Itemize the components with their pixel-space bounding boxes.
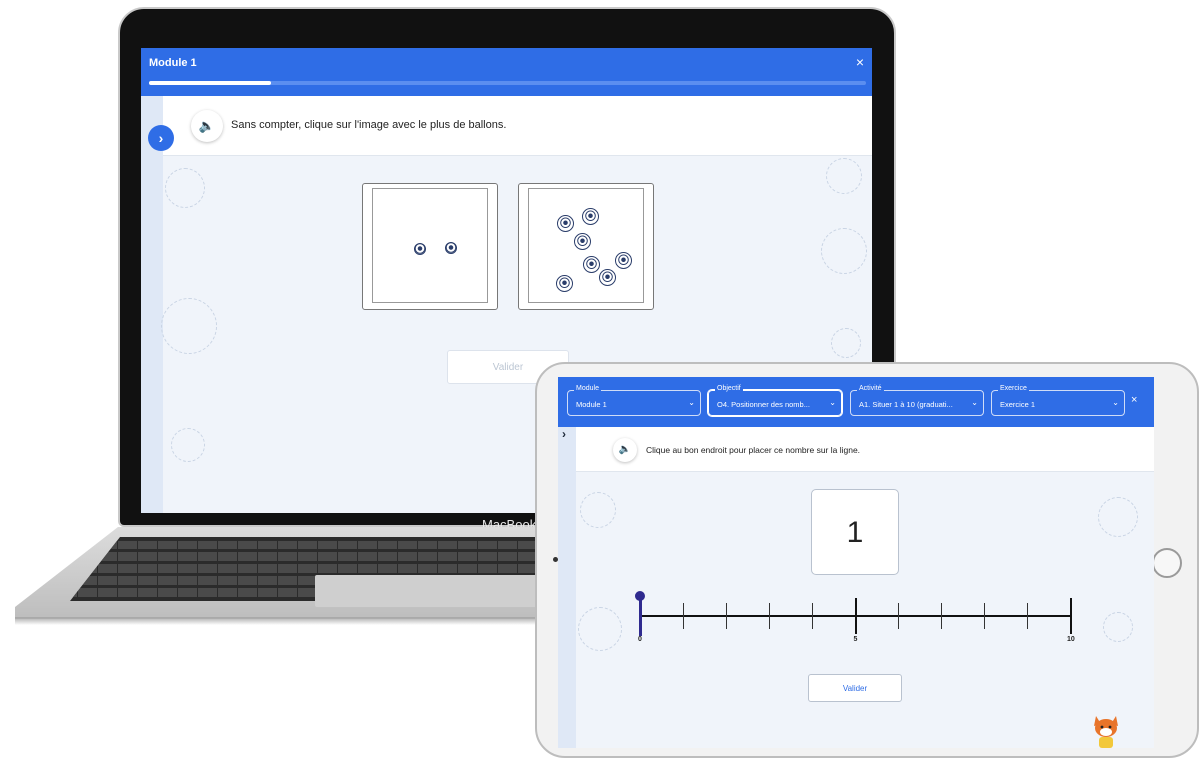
select-module[interactable]: Module Module 1 ⌄ (567, 385, 701, 416)
decorative-pattern (821, 228, 867, 274)
number-line-cursor-knob[interactable] (635, 591, 645, 601)
laptop-shadow (15, 617, 575, 625)
select-value: O4. Positionner des nomb... (717, 400, 810, 409)
validate-button[interactable]: Valider (808, 674, 902, 702)
number-line-tick-10[interactable] (1070, 598, 1072, 634)
number-line-tick-9[interactable] (1027, 603, 1029, 629)
football-icon (582, 208, 599, 225)
sidebar-toggle-chevron-icon[interactable]: › (148, 125, 174, 151)
progress-bar (149, 81, 866, 85)
number-line-tick-3[interactable] (768, 603, 770, 629)
close-icon[interactable]: × (1131, 394, 1137, 406)
decorative-pattern (826, 158, 862, 194)
number-line-tick-6[interactable] (898, 603, 900, 629)
number-line-tick-4[interactable] (811, 603, 813, 629)
exercise-selector-header: Module Module 1 ⌄ Objectif O4. Positionn… (558, 377, 1154, 427)
number-line-label-5: 5 (853, 636, 858, 643)
number-line-tick-1[interactable] (682, 603, 684, 629)
football-icon (599, 269, 616, 286)
select-label: Objectif (715, 385, 743, 392)
number-line-label-0: 0 (638, 636, 642, 643)
instruction-bar: 🔈 Sans compter, clique sur l'image avec … (163, 96, 872, 156)
select-exercice[interactable]: Exercice Exercice 1 ⌄ (991, 385, 1125, 416)
select-activite[interactable]: Activité A1. Situer 1 à 10 (graduati... … (850, 385, 984, 416)
decorative-pattern (1098, 497, 1138, 537)
select-label: Exercice (998, 385, 1029, 392)
number-line-label-10: 10 (1067, 636, 1075, 643)
choice-card-many-balls[interactable] (518, 183, 654, 310)
select-value: Exercice 1 (1000, 400, 1036, 409)
number-line-tick-5[interactable] (854, 598, 857, 634)
choice-image-frame (528, 188, 644, 303)
select-label: Module (574, 385, 601, 392)
fox-mascot-icon (1094, 716, 1118, 748)
decorative-pattern (578, 607, 622, 651)
tablet-home-button[interactable] (1152, 548, 1182, 578)
close-icon[interactable]: × (856, 54, 864, 70)
module-header: Module 1 × (141, 48, 872, 96)
speaker-icon[interactable]: 🔈 (613, 438, 637, 462)
chevron-down-icon: ⌄ (688, 398, 695, 407)
decorative-pattern (165, 168, 205, 208)
decorative-pattern (580, 492, 616, 528)
select-value: Module 1 (576, 400, 607, 409)
progress-bar-fill (149, 81, 271, 85)
instruction-text: Sans compter, clique sur l'image avec le… (231, 119, 507, 131)
chevron-down-icon: ⌄ (971, 398, 978, 407)
number-line-cursor[interactable] (639, 596, 642, 636)
decorative-pattern (171, 428, 205, 462)
decorative-pattern (1103, 612, 1133, 642)
select-label: Activité (857, 385, 884, 392)
number-line-tick-7[interactable] (941, 603, 943, 629)
select-objectif[interactable]: Objectif O4. Positionner des nomb... ⌄ (708, 385, 842, 416)
sidebar-toggle-chevron-icon[interactable]: › (562, 427, 566, 441)
instruction-text: Clique au bon endroit pour placer ce nom… (646, 445, 861, 455)
choice-card-two-balls[interactable] (362, 183, 498, 310)
instruction-bar: 🔈 Clique au bon endroit pour placer ce n… (576, 427, 1154, 472)
decorative-pattern (161, 298, 217, 354)
sidebar-collapsed (558, 427, 576, 748)
football-icon (615, 252, 632, 269)
football-icon (414, 243, 426, 255)
chevron-down-icon: ⌄ (829, 398, 836, 407)
chevron-down-icon: ⌄ (1112, 398, 1119, 407)
number-line-tick-2[interactable] (725, 603, 727, 629)
speaker-icon[interactable]: 🔈 (191, 110, 223, 142)
laptop-trackpad (315, 575, 545, 607)
select-value: A1. Situer 1 à 10 (graduati... (859, 400, 953, 409)
choice-image-frame (372, 188, 488, 303)
number-line-tick-8[interactable] (984, 603, 986, 629)
module-title: Module 1 (149, 57, 197, 69)
tablet-screen: Module Module 1 ⌄ Objectif O4. Positionn… (558, 377, 1154, 748)
target-number-card: 1 (811, 489, 899, 575)
football-icon (445, 242, 457, 254)
football-icon (583, 256, 600, 273)
football-icon (574, 233, 591, 250)
football-icon (556, 275, 573, 292)
decorative-pattern (831, 328, 861, 358)
sidebar-collapsed (141, 96, 163, 513)
football-icon (557, 215, 574, 232)
